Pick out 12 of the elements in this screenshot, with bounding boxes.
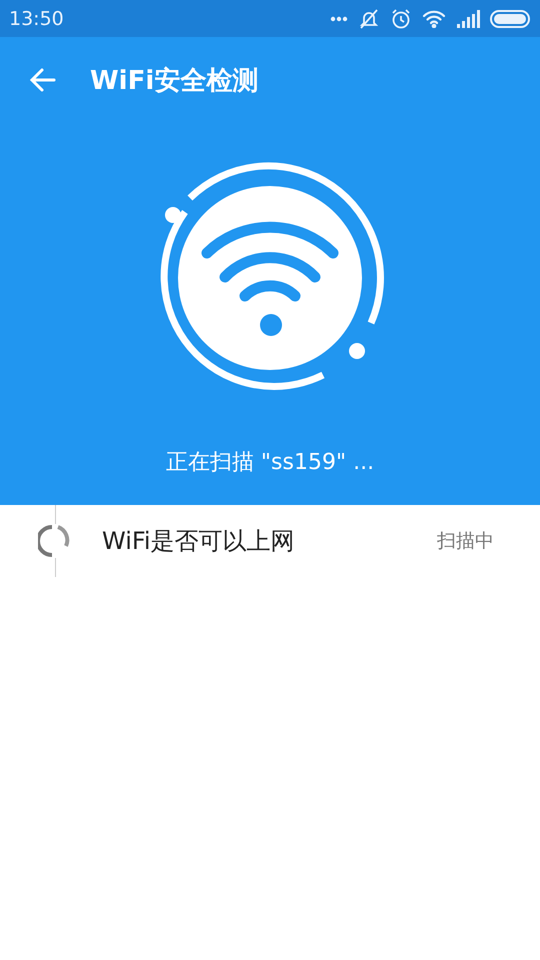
scan-status-text: 正在扫描 "ss159" ... bbox=[164, 449, 376, 477]
battery-icon bbox=[490, 10, 532, 28]
check-label: WiFi是否可以上网 bbox=[102, 526, 295, 557]
page-title: WiFi安全检测 bbox=[90, 64, 258, 98]
wifi-signal-icon bbox=[422, 10, 446, 28]
muted-bell-icon bbox=[358, 8, 380, 30]
alarm-clock-icon bbox=[390, 8, 412, 30]
status-time: 13:50 bbox=[9, 8, 64, 30]
more-dots-icon bbox=[330, 16, 348, 22]
check-status: 扫描中 bbox=[437, 529, 494, 554]
back-arrow-icon[interactable] bbox=[28, 66, 56, 94]
cell-signal-icon bbox=[456, 10, 480, 28]
